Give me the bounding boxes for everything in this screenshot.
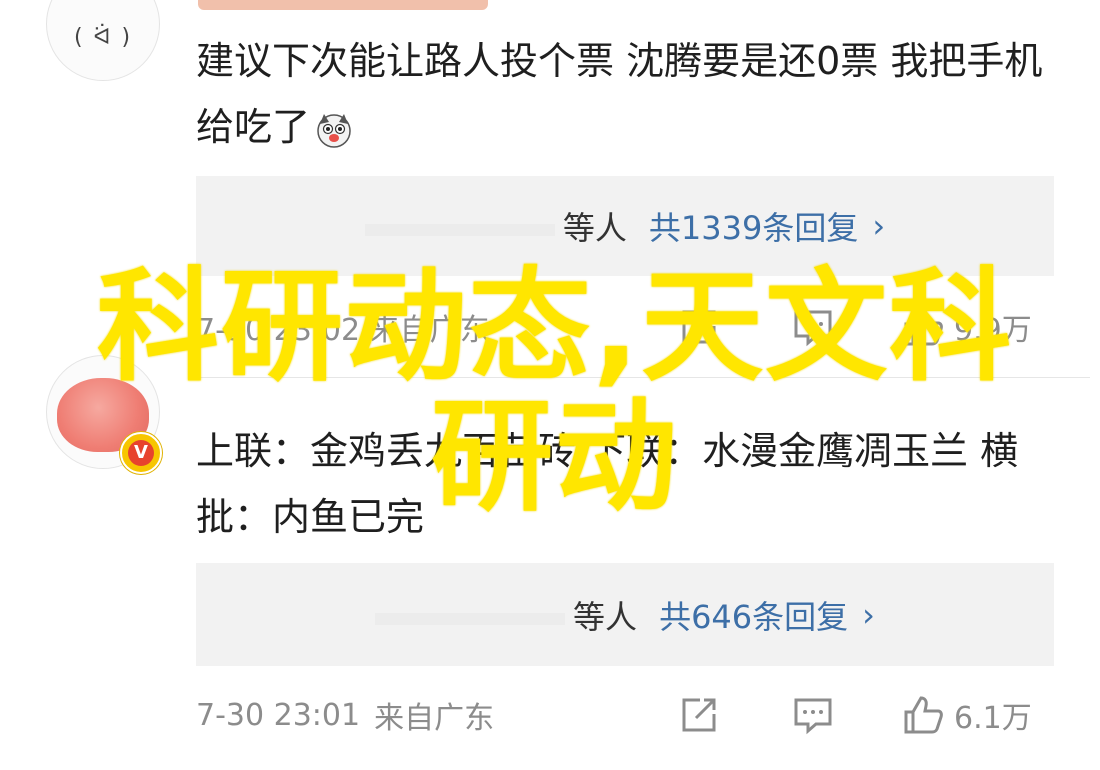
comment-meta: 7-30 23:02 来自广东 9.9万 [196,302,1056,352]
share-icon [682,698,716,732]
comment-source: 来自广东 [374,701,495,736]
like-button[interactable]: 6.1万 [902,693,1032,737]
masked-names [375,612,566,625]
avatar[interactable]: ( ᐛ ) [46,0,160,81]
chevron-right-icon[interactable]: › [872,207,885,245]
comment-meta: 7-30 23:01 来自广东 6.1万 [196,690,1056,740]
time-source: 7-30 23:02 来自广东 [196,313,490,348]
comment-button[interactable] [792,306,834,348]
comment-text: 上联：金鸡丢九百苗砖 下联：水漫金鹰凋玉兰 横批：内鱼已完 [196,429,1019,539]
reply-names: 等人 [375,592,637,638]
username-blurred [198,0,488,10]
share-button[interactable] [678,306,720,348]
verified-icon: V [128,440,154,466]
chevron-right-icon[interactable]: › [862,596,875,634]
like-count: 6.1万 [954,701,1032,736]
like-icon [904,308,943,346]
dog-emoji-icon [317,113,351,148]
comment-button[interactable] [792,694,834,736]
reply-summary[interactable]: 等人 共646条回复 › [196,563,1054,666]
like-button[interactable]: 9.9万 [902,305,1032,349]
reply-count-link[interactable]: 共1339条回复 [649,203,858,249]
comment-icon [794,310,832,347]
like-icon [904,696,943,734]
comment-icon [794,698,832,735]
comment-time: 7-30 23:01 [196,697,361,733]
share-icon [682,310,716,344]
comment-text: 建议下次能让路人投个票 沈腾要是还0票 我把手机给吃了 [196,39,1043,149]
like-count: 9.9万 [954,313,1032,348]
share-button[interactable] [678,694,720,736]
avatar-face: ( ᐛ ) [73,25,133,50]
reply-summary[interactable]: 等人 共1339条回复 › [196,176,1054,276]
masked-names [364,224,555,236]
comment-divider [196,377,1090,378]
reply-count-link[interactable]: 共646条回复 [659,592,848,638]
verified-badge: V [120,432,162,474]
reply-names: 等人 [364,203,627,249]
